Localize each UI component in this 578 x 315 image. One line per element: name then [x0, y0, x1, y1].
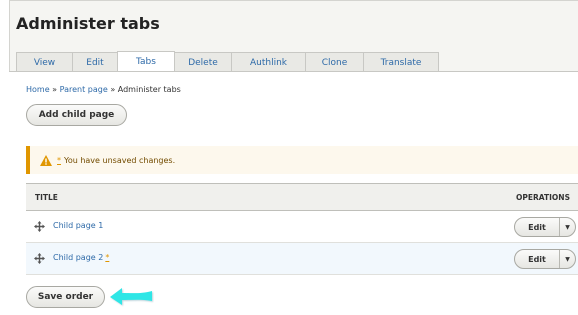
changed-marker: * — [105, 253, 110, 262]
tab-translate[interactable]: Translate — [363, 52, 439, 72]
column-header-operations: OPERATIONS — [516, 193, 570, 202]
operations-dropbutton: Edit ▼ — [514, 249, 576, 269]
add-child-page-button[interactable]: Add child page — [26, 104, 127, 126]
primary-tabs: View Edit Tabs Delete Authlink Clone Tra… — [16, 51, 439, 72]
tab-edit[interactable]: Edit — [72, 52, 118, 72]
edit-button[interactable]: Edit — [515, 255, 559, 264]
row-title-text: Child page 1 — [53, 221, 104, 230]
page-title: Administer tabs — [16, 14, 160, 33]
pointer-arrow-icon — [110, 288, 153, 306]
tab-authlink[interactable]: Authlink — [231, 52, 306, 72]
table-row: Child page 2 * Edit ▼ — [26, 243, 578, 275]
row-title-link[interactable]: Child page 2 * — [53, 253, 112, 262]
chevron-down-icon[interactable]: ▼ — [560, 256, 575, 263]
unsaved-marker: * — [57, 155, 61, 165]
tabs-divider — [9, 71, 578, 72]
status-message: * You have unsaved changes. — [26, 146, 578, 174]
breadcrumb-current: Administer tabs — [117, 85, 181, 94]
drag-handle-icon[interactable] — [34, 221, 45, 232]
table-header: TITLE OPERATIONS — [26, 183, 578, 211]
column-header-title: TITLE — [35, 193, 58, 202]
tab-delete[interactable]: Delete — [174, 52, 232, 72]
row-title-text: Child page 2 — [53, 253, 104, 262]
save-order-button[interactable]: Save order — [26, 286, 105, 308]
operations-dropbutton: Edit ▼ — [514, 217, 576, 237]
breadcrumb-home-link[interactable]: Home — [26, 85, 50, 94]
breadcrumb: Home » Parent page » Administer tabs — [26, 85, 181, 94]
table-row: Child page 1 Edit ▼ — [26, 211, 578, 243]
chevron-down-icon[interactable]: ▼ — [560, 224, 575, 231]
tab-clone[interactable]: Clone — [305, 52, 364, 72]
row-title-link[interactable]: Child page 1 — [53, 221, 108, 230]
edit-button[interactable]: Edit — [515, 223, 559, 232]
breadcrumb-separator: » — [110, 85, 116, 94]
breadcrumb-parent-link[interactable]: Parent page — [60, 85, 108, 94]
tab-tabs[interactable]: Tabs — [117, 51, 175, 72]
status-message-text: You have unsaved changes. — [64, 155, 176, 165]
drag-handle-icon[interactable] — [34, 253, 45, 264]
warning-icon — [40, 154, 52, 166]
tab-view[interactable]: View — [16, 52, 73, 72]
breadcrumb-separator: » — [52, 85, 58, 94]
